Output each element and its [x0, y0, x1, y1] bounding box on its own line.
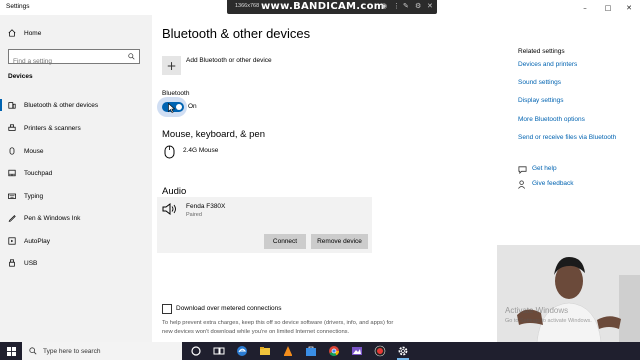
mouse-icon	[164, 145, 175, 159]
window-title: Settings	[6, 3, 30, 10]
taskbar-search-placeholder: Type here to search	[43, 347, 101, 355]
plus-icon: +	[166, 58, 177, 73]
menu-icon[interactable]: ⋮	[393, 2, 400, 10]
nav-item-label: AutoPlay	[24, 237, 51, 245]
nav-item-label: Typing	[24, 192, 44, 200]
chrome-icon[interactable]	[328, 345, 340, 357]
pen-icon	[8, 215, 16, 222]
nav-item-pen[interactable]: Pen & Windows Ink	[0, 211, 152, 225]
nav-item-label: Pen & Windows Ink	[24, 214, 81, 222]
related-settings-title: Related settings	[518, 48, 565, 55]
mouse-pointer-icon	[168, 103, 175, 113]
link-display-settings[interactable]: Display settings	[518, 97, 564, 104]
nav-section-title: Devices	[8, 73, 33, 80]
search-input[interactable]	[9, 55, 121, 68]
metered-help-text: To help prevent extra charges, keep this…	[162, 320, 394, 335]
start-button[interactable]	[0, 342, 22, 360]
left-nav: Home Devices Bluetooth & other devices P…	[0, 15, 152, 342]
nav-item-mouse[interactable]: Mouse	[0, 144, 152, 158]
mouse-device[interactable]: 2.4G Mouse	[164, 145, 218, 159]
nav-item-label: Touchpad	[24, 169, 53, 177]
edge-browser-icon[interactable]	[236, 345, 248, 357]
nav-item-label: Printers & scanners	[24, 124, 81, 132]
vlc-icon[interactable]	[282, 345, 294, 357]
nav-item-autoplay[interactable]: AutoPlay	[0, 234, 152, 248]
recorder-overlay: 1366x768 www.BANDICAM.com ◉ ⋮ ✎ ⚙ ✕	[227, 0, 437, 14]
link-sound-settings[interactable]: Sound settings	[518, 79, 561, 86]
settings-app-icon[interactable]	[397, 345, 409, 357]
mouse-icon	[9, 147, 15, 155]
audio-device-name: Fenda F380X	[186, 203, 226, 210]
mouse-device-name: 2.4G Mouse	[183, 147, 219, 154]
nav-item-printers[interactable]: Printers & scanners	[0, 121, 152, 135]
maximize-button[interactable]: □	[597, 0, 619, 15]
recorder-watermark: www.BANDICAM.com	[261, 1, 385, 12]
nav-home-label: Home	[24, 29, 42, 37]
recorder-resolution: 1366x768	[235, 3, 260, 9]
nav-item-label: Bluetooth & other devices	[24, 101, 99, 109]
autoplay-icon	[8, 237, 16, 245]
printer-icon	[8, 124, 16, 131]
link-devices-printers[interactable]: Devices and printers	[518, 61, 577, 68]
file-explorer-icon[interactable]	[259, 345, 271, 357]
cortana-icon[interactable]	[190, 345, 202, 357]
link-more-bluetooth[interactable]: More Bluetooth options	[518, 116, 585, 123]
search-icon	[29, 347, 37, 355]
remove-device-button[interactable]: Remove device	[311, 234, 368, 249]
get-help-link[interactable]: Get help	[532, 165, 557, 172]
keyboard-icon	[8, 193, 16, 199]
search-box[interactable]	[8, 49, 140, 68]
presenter-figure	[497, 245, 640, 342]
close-button[interactable]: ✕	[618, 0, 640, 15]
windows-logo-icon	[6, 346, 16, 356]
close-recorder-icon[interactable]: ✕	[427, 2, 433, 10]
usb-icon	[9, 259, 15, 267]
search-icon[interactable]	[128, 53, 135, 60]
webcam-overlay	[497, 245, 640, 342]
page-title: Bluetooth & other devices	[162, 26, 311, 41]
nav-item-typing[interactable]: Typing	[0, 189, 152, 203]
help-icon	[518, 166, 527, 174]
nav-item-label: Mouse	[24, 147, 44, 155]
connect-button[interactable]: Connect	[264, 234, 306, 249]
link-send-receive-files[interactable]: Send or receive files via Bluetooth	[518, 134, 616, 141]
taskbar: Type here to search	[0, 342, 640, 360]
bluetooth-devices-icon	[8, 102, 16, 109]
metered-checkbox-label[interactable]: Download over metered connections	[176, 305, 282, 312]
minimize-button[interactable]: –	[574, 0, 596, 15]
nav-item-usb[interactable]: USB	[0, 256, 152, 270]
settings-icon[interactable]: ⚙	[415, 2, 421, 10]
add-device-label[interactable]: Add Bluetooth or other device	[186, 57, 272, 64]
touchpad-icon	[8, 169, 16, 177]
home-icon	[8, 29, 16, 37]
taskbar-search[interactable]: Type here to search	[22, 342, 182, 360]
photos-icon[interactable]	[351, 345, 363, 357]
bluetooth-label: Bluetooth	[162, 90, 190, 97]
speaker-icon	[162, 203, 176, 215]
metered-checkbox[interactable]	[162, 304, 172, 314]
store-icon[interactable]	[305, 345, 317, 357]
activate-windows-subtitle: Go to Settings to activate Windows.	[505, 318, 592, 324]
bluetooth-state: On	[188, 103, 197, 110]
bandicam-icon[interactable]	[374, 345, 386, 357]
feedback-icon	[518, 180, 526, 189]
mouse-section-title: Mouse, keyboard, & pen	[162, 129, 265, 140]
toggle-knob	[176, 104, 182, 110]
activate-windows-title: Activate Windows	[505, 306, 569, 315]
task-view-icon[interactable]	[213, 345, 225, 357]
nav-item-bluetooth[interactable]: Bluetooth & other devices	[0, 98, 152, 112]
camera-icon[interactable]: ◉	[381, 2, 387, 10]
add-device-button[interactable]: +	[162, 56, 181, 75]
audio-section-title: Audio	[162, 186, 187, 197]
audio-device-status: Paired	[186, 212, 202, 218]
settings-window: Settings – □ ✕ 1366x768 www.BANDICAM.com…	[0, 0, 640, 360]
audio-device[interactable]: Fenda F380X Paired	[162, 203, 225, 218]
nav-item-label: USB	[24, 259, 38, 267]
nav-home[interactable]: Home	[8, 29, 41, 37]
give-feedback-link[interactable]: Give feedback	[532, 180, 574, 187]
nav-item-touchpad[interactable]: Touchpad	[0, 166, 152, 180]
edit-icon[interactable]: ✎	[403, 2, 409, 10]
